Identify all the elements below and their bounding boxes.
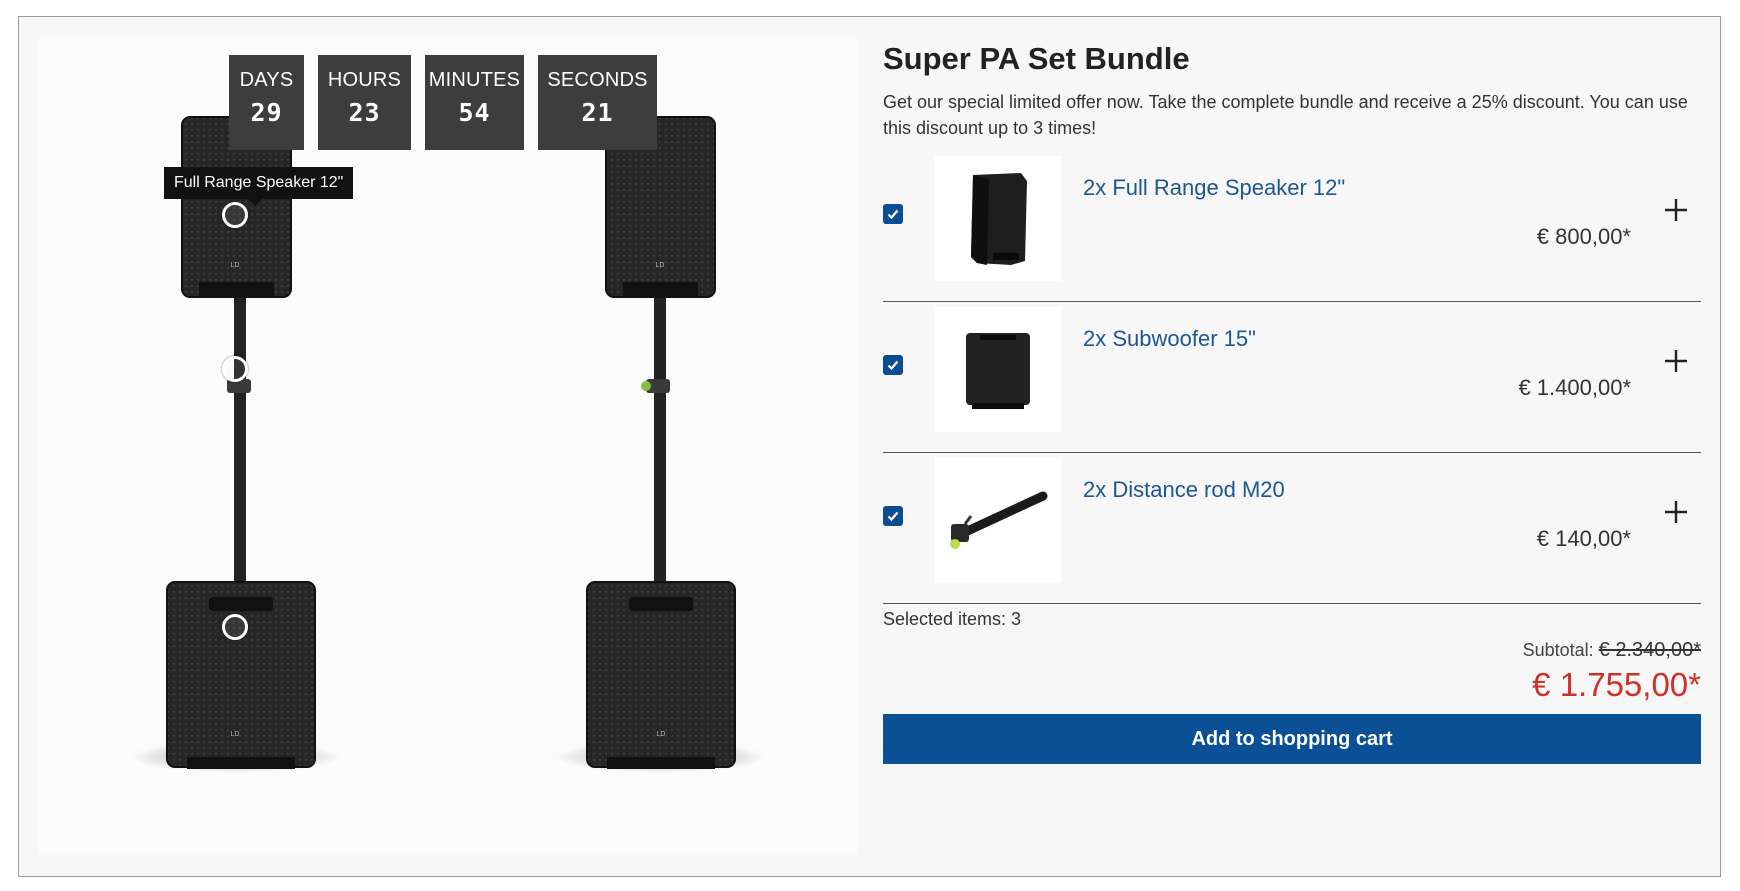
check-icon xyxy=(887,511,899,522)
subtotal-label: Subtotal: xyxy=(1522,640,1594,660)
hotspot-distance-rod[interactable] xyxy=(222,356,248,382)
hotspot-full-range-speaker[interactable] xyxy=(222,202,248,228)
bundle-title: Super PA Set Bundle xyxy=(883,41,1190,76)
item-price: € 140,00* xyxy=(1536,526,1631,551)
countdown-seconds-label: SECONDS xyxy=(547,69,648,91)
svg-text:LD: LD xyxy=(657,731,666,738)
plus-icon[interactable] xyxy=(1661,497,1691,527)
check-icon xyxy=(887,360,899,371)
item-name[interactable]: 2x Distance rod M20 xyxy=(1083,477,1285,503)
item-name[interactable]: 2x Subwoofer 15" xyxy=(1083,326,1256,352)
countdown-minutes: MINUTES 54 xyxy=(425,55,524,150)
countdown-timer: DAYS 29 HOURS 23 MINUTES 54 SECONDS 21 xyxy=(229,55,657,150)
item-price: € 800,00* xyxy=(1536,224,1631,249)
bundle-item: 2x Full Range Speaker 12" € 800,00* xyxy=(883,151,1701,302)
bundle-total-price: € 1.755,00* xyxy=(1532,666,1701,703)
svg-text:LD: LD xyxy=(231,731,240,738)
svg-text:LD: LD xyxy=(656,262,665,269)
speaker-thumbnail[interactable] xyxy=(935,156,1061,281)
bundle-item-list: 2x Full Range Speaker 12" € 800,00* 2x S… xyxy=(883,151,1701,604)
countdown-hours: HOURS 23 xyxy=(318,55,411,150)
subwoofer-thumbnail[interactable] xyxy=(935,307,1061,432)
countdown-days: DAYS 29 xyxy=(229,55,304,150)
distance-rod-icon xyxy=(950,491,1048,549)
bundle-description: Get our special limited offer now. Take … xyxy=(883,92,1688,138)
hotspot-tooltip: Full Range Speaker 12" xyxy=(164,167,354,206)
product-image-stage: LD LD LD LD DAYS 29 HOURS 23 MINUTES 54 … xyxy=(39,37,857,855)
countdown-seconds: SECONDS 21 xyxy=(538,55,657,150)
pa-set-image: LD LD LD LD xyxy=(130,116,766,773)
selected-items-count: Selected items: 3 xyxy=(883,609,1022,629)
countdown-days-value: 29 xyxy=(250,98,283,127)
item-price: € 1.400,00* xyxy=(1518,375,1631,400)
countdown-minutes-value: 54 xyxy=(458,98,491,127)
distance-rod-thumbnail[interactable] xyxy=(935,458,1061,583)
subtotal-row: Subtotal: € 2.340,00* xyxy=(883,639,1701,662)
hotspot-subwoofer[interactable] xyxy=(222,614,248,640)
plus-icon[interactable] xyxy=(1661,346,1691,376)
countdown-hours-value: 23 xyxy=(348,98,381,127)
bundle-item: 2x Distance rod M20 € 140,00* xyxy=(883,453,1701,604)
svg-text:LD: LD xyxy=(231,262,240,269)
countdown-seconds-value: 21 xyxy=(581,98,614,127)
speaker-icon xyxy=(971,172,1027,265)
bundle-panel: Super PA Set Bundle Get our special limi… xyxy=(883,37,1701,764)
subtotal-original-price: € 2.340,00* xyxy=(1598,639,1701,661)
item-checkbox[interactable] xyxy=(883,506,903,526)
countdown-minutes-label: MINUTES xyxy=(428,69,521,91)
countdown-days-label: DAYS xyxy=(239,69,294,91)
plus-icon[interactable] xyxy=(1661,195,1691,225)
item-name[interactable]: 2x Full Range Speaker 12" xyxy=(1083,175,1345,201)
add-to-cart-button[interactable]: Add to shopping cart xyxy=(883,714,1701,764)
check-icon xyxy=(887,209,899,220)
countdown-hours-label: HOURS xyxy=(327,69,402,91)
item-checkbox[interactable] xyxy=(883,204,903,224)
item-checkbox[interactable] xyxy=(883,355,903,375)
subwoofer-icon xyxy=(966,332,1030,409)
bundle-item: 2x Subwoofer 15" € 1.400,00* xyxy=(883,302,1701,453)
bundle-widget: LD LD LD LD DAYS 29 HOURS 23 MINUTES 54 … xyxy=(18,16,1721,877)
